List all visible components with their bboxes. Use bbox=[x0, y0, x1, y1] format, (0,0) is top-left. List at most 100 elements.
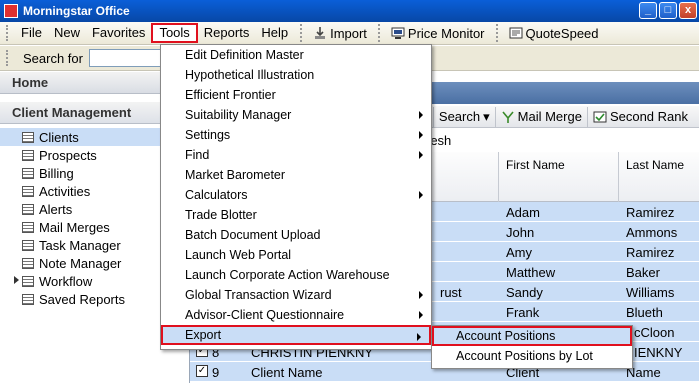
menu-item-global-transaction-wizard[interactable]: Global Transaction Wizard bbox=[161, 285, 431, 305]
submenu-arrow-icon bbox=[419, 111, 423, 119]
menu-reports[interactable]: Reports bbox=[198, 23, 256, 43]
menu-item-label: Launch Web Portal bbox=[185, 248, 292, 262]
sidebar-item-label: Billing bbox=[39, 165, 74, 181]
menu-item-market-barometer[interactable]: Market Barometer bbox=[161, 165, 431, 185]
toolbar-grip[interactable] bbox=[6, 25, 9, 41]
window-title: Morningstar Office bbox=[23, 4, 130, 18]
menu-item-settings[interactable]: Settings bbox=[161, 125, 431, 145]
menu-tools[interactable]: Tools bbox=[151, 23, 198, 43]
cell-row-number: 9 bbox=[212, 365, 220, 380]
menu-item-calculators[interactable]: Calculators bbox=[161, 185, 431, 205]
submenu-arrow-icon bbox=[417, 333, 421, 341]
sidebar-item-label: Clients bbox=[39, 129, 79, 145]
menu-item-efficient-frontier[interactable]: Efficient Frontier bbox=[161, 85, 431, 105]
search-label: Search for bbox=[23, 50, 83, 66]
menu-item-hypothetical-illustration[interactable]: Hypothetical Illustration bbox=[161, 65, 431, 85]
import-button[interactable]: Import bbox=[308, 26, 372, 41]
price-monitor-button[interactable]: Price Monitor bbox=[386, 26, 490, 41]
menu-item-label: Edit Definition Master bbox=[185, 48, 304, 62]
cell-first-name: Adam bbox=[506, 205, 540, 220]
menu-item-find[interactable]: Find bbox=[161, 145, 431, 165]
cell-last-name: Blueth bbox=[626, 305, 663, 320]
cell-last-name: IENKNY bbox=[634, 345, 683, 360]
menu-item-label: Batch Document Upload bbox=[185, 228, 321, 242]
cell-last-name: Ramirez bbox=[626, 245, 675, 260]
sidebar-item-label: Mail Merges bbox=[39, 219, 110, 235]
submenu-item-account-positions-by-lot[interactable]: Account Positions by Lot bbox=[432, 346, 632, 366]
maximize-button[interactable]: □ bbox=[659, 2, 677, 19]
separator bbox=[495, 24, 498, 42]
menu-item-advisor-client-questionnaire[interactable]: Advisor-Client Questionnaire bbox=[161, 305, 431, 325]
menu-help[interactable]: Help bbox=[255, 23, 294, 43]
mail-merge-icon bbox=[502, 110, 514, 123]
cell-last-name: Ramirez bbox=[626, 205, 675, 220]
menu-item-label: Hypothetical Illustration bbox=[185, 68, 315, 82]
search-dropdown-button[interactable]: Search ▾ bbox=[432, 106, 495, 127]
cell-name: rust bbox=[440, 285, 462, 300]
app-logo-icon bbox=[4, 4, 18, 18]
close-button[interactable]: x bbox=[679, 2, 697, 19]
price-monitor-label: Price Monitor bbox=[407, 25, 485, 41]
export-submenu: Account Positions Account Positions by L… bbox=[431, 325, 633, 369]
menu-item-launch-web-portal[interactable]: Launch Web Portal bbox=[161, 245, 431, 265]
submenu-arrow-icon bbox=[419, 131, 423, 139]
cell-first-name: John bbox=[506, 225, 535, 240]
sidebar-item-label: Workflow bbox=[39, 273, 93, 289]
monitor-icon bbox=[391, 27, 405, 39]
menu-item-label: Settings bbox=[185, 128, 231, 142]
sidebar-item-label: Activities bbox=[39, 183, 91, 199]
menu-item-label: Suitability Manager bbox=[185, 108, 292, 122]
tools-dropdown-menu: Edit Definition Master Hypothetical Illu… bbox=[160, 44, 432, 350]
cell-last-name: cCloon bbox=[634, 325, 675, 340]
minimize-button[interactable]: _ bbox=[639, 2, 657, 19]
sidebar-item-label: Alerts bbox=[39, 201, 73, 217]
menu-item-label: Find bbox=[185, 148, 210, 162]
submenu-arrow-icon bbox=[419, 191, 423, 199]
cell-first-name: Matthew bbox=[506, 265, 556, 280]
cell-first-name: Amy bbox=[506, 245, 532, 260]
menu-item-export[interactable]: Export bbox=[161, 325, 431, 345]
menu-item-batch-document-upload[interactable]: Batch Document Upload bbox=[161, 225, 431, 245]
expand-arrow-icon[interactable] bbox=[14, 276, 19, 284]
submenu-item-account-positions[interactable]: Account Positions bbox=[432, 326, 632, 346]
quotespeed-button[interactable]: QuoteSpeed bbox=[504, 26, 604, 41]
rank-icon bbox=[593, 111, 607, 122]
menu-bar: File New Favorites Tools Reports Help Im… bbox=[0, 22, 699, 45]
list-icon bbox=[22, 293, 34, 305]
chevron-down-icon: ▾ bbox=[483, 108, 490, 124]
cell-last-name: Ammons bbox=[626, 225, 678, 240]
menu-item-suitability-manager[interactable]: Suitability Manager bbox=[161, 105, 431, 125]
list-icon bbox=[22, 203, 34, 215]
sidebar-item-label: Prospects bbox=[39, 147, 97, 163]
separator bbox=[300, 24, 303, 42]
menu-item-label: Global Transaction Wizard bbox=[185, 288, 332, 302]
import-icon bbox=[315, 27, 326, 39]
menu-item-trade-blotter[interactable]: Trade Blotter bbox=[161, 205, 431, 225]
menu-item-label: Calculators bbox=[185, 188, 248, 202]
list-icon bbox=[22, 185, 34, 197]
title-bar: Morningstar Office _ □ x bbox=[0, 0, 699, 22]
column-divider bbox=[498, 152, 499, 202]
mail-merge-button[interactable]: Mail Merge bbox=[494, 106, 587, 127]
col-first-name[interactable]: First Name bbox=[506, 158, 565, 172]
list-icon bbox=[22, 239, 34, 251]
row-checkbox[interactable]: ✓ bbox=[196, 365, 208, 377]
col-last-name[interactable]: Last Name bbox=[626, 158, 684, 172]
menu-favorites[interactable]: Favorites bbox=[86, 23, 151, 43]
menu-item-label: Advisor-Client Questionnaire bbox=[185, 308, 345, 322]
menu-item-label: Efficient Frontier bbox=[185, 88, 276, 102]
menu-new[interactable]: New bbox=[48, 23, 86, 43]
menu-item-launch-corporate-action-warehouse[interactable]: Launch Corporate Action Warehouse bbox=[161, 265, 431, 285]
second-rank-label: Second Rank bbox=[609, 109, 688, 124]
cell-first-name: Sandy bbox=[506, 285, 543, 300]
menu-file[interactable]: File bbox=[15, 23, 48, 43]
list-icon bbox=[22, 275, 34, 287]
sidebar-item-label: Note Manager bbox=[39, 255, 122, 271]
menu-item-label: Export bbox=[185, 328, 222, 342]
toolbar-grip[interactable] bbox=[6, 50, 9, 66]
menu-item-edit-definition-master[interactable]: Edit Definition Master bbox=[161, 45, 431, 65]
second-rank-button[interactable]: Second Rank bbox=[586, 106, 693, 127]
cell-last-name: Williams bbox=[626, 285, 675, 300]
quotespeed-icon bbox=[509, 27, 522, 39]
cell-last-name: Baker bbox=[626, 265, 660, 280]
